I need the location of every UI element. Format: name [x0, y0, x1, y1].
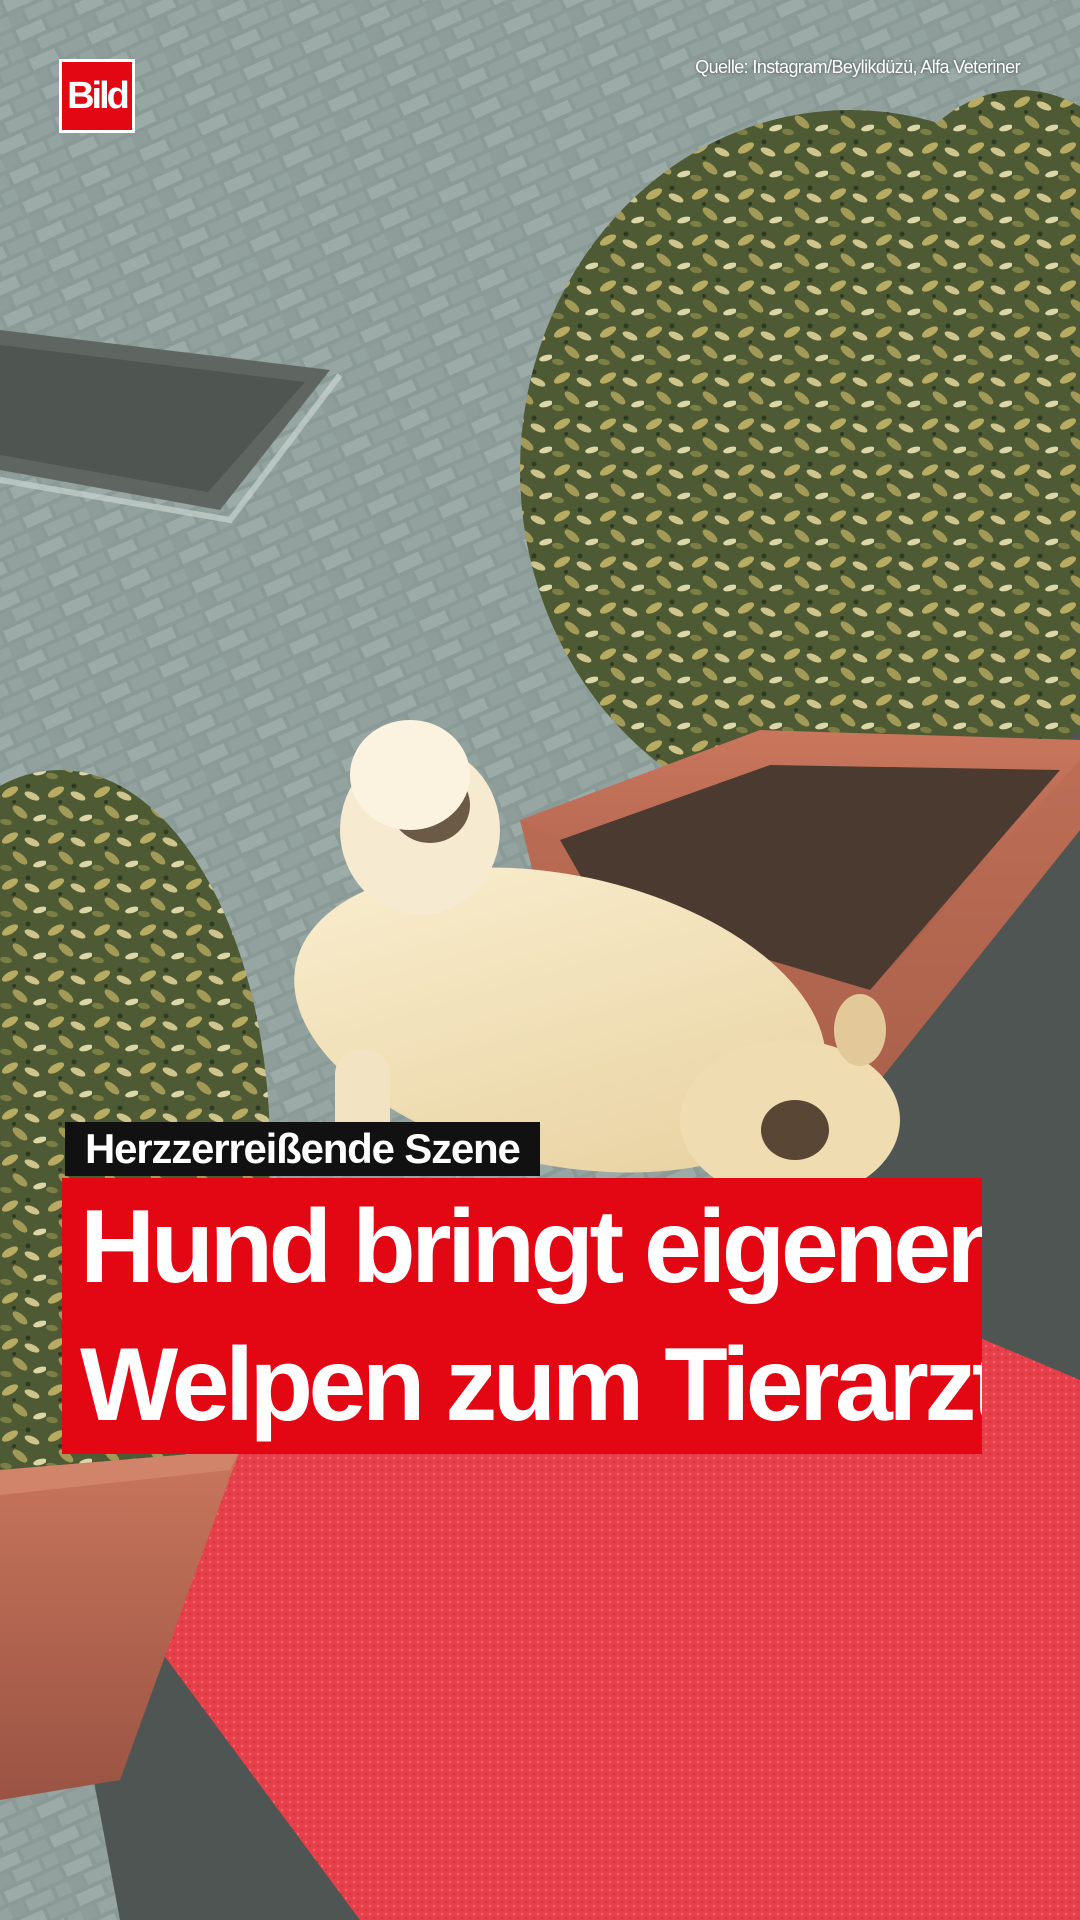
source-credit: Quelle: Instagram/Beylikdüzü, Alfa Veter…	[695, 57, 1020, 77]
story-frame: Bild Quelle: Instagram/Beylikdüzü, Alfa …	[0, 0, 1080, 1920]
kicker-label: Herzzerreißende Szene	[65, 1122, 540, 1176]
background-photo	[0, 0, 1080, 1920]
bild-logo[interactable]: Bild	[59, 59, 135, 133]
headline-line-1: Hund bringt eigenen	[62, 1178, 982, 1316]
headline: Hund bringt eigenen Welpen zum Tierarzt	[62, 1178, 982, 1454]
headline-line-2: Welpen zum Tierarzt	[62, 1316, 982, 1454]
